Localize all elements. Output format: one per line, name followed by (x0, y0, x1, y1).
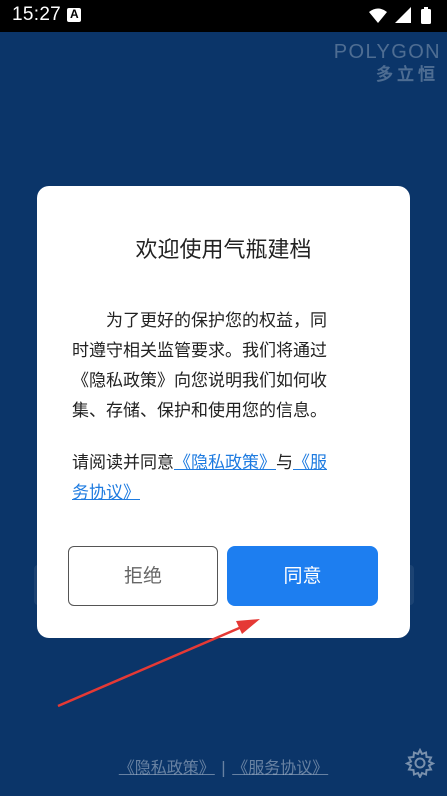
reject-button[interactable]: 拒绝 (68, 546, 218, 606)
status-bar: 15:27 A (0, 0, 447, 32)
body-line-2: 时遵守相关监管要求。我们将通过 (72, 341, 327, 361)
privacy-policy-link[interactable]: 《隐私政策》 (174, 453, 276, 473)
service-agreement-link-part2[interactable]: 务协议》 (72, 483, 140, 503)
footer-terms-link[interactable]: 《服务协议》 (232, 758, 328, 777)
status-time: 15:27 (12, 4, 62, 25)
footer-links: 《隐私政策》 | 《服务协议》 (0, 754, 447, 778)
body-line-4: 集、存储、保护和使用您的信息。 (72, 401, 327, 421)
battery-icon (421, 7, 431, 24)
gear-icon[interactable] (405, 748, 435, 778)
brand-english: POLYGON (333, 41, 441, 63)
notification-a-icon: A (67, 7, 81, 22)
agree-button[interactable]: 同意 (227, 546, 378, 606)
consent-and: 与 (276, 453, 293, 473)
consent-prefix: 请阅读并同意 (72, 453, 174, 473)
body-line-3: 《隐私政策》向您说明我们如何收 (72, 371, 327, 391)
status-icons (369, 7, 431, 24)
footer-separator: | (220, 758, 227, 777)
dialog-title: 欢迎使用气瓶建档 (135, 238, 312, 263)
dialog-body: 为了更好的保护您的权益，同 时遵守相关监管要求。我们将通过 《隐私政策》向您说明… (72, 306, 378, 426)
body-line-1: 为了更好的保护您的权益，同 (106, 311, 327, 331)
brand-chinese: 多立恒 (376, 65, 439, 85)
footer-privacy-link[interactable]: 《隐私政策》 (119, 758, 215, 777)
notification-a-letter: A (70, 7, 79, 21)
cell-signal-icon (395, 7, 411, 23)
consent-text: 请阅读并同意《隐私政策》与《服 务协议》 (72, 448, 382, 508)
brand-logo: POLYGON 多立恒 (334, 42, 441, 86)
wifi-icon (369, 8, 387, 23)
service-agreement-link-part1[interactable]: 《服 (293, 453, 327, 473)
